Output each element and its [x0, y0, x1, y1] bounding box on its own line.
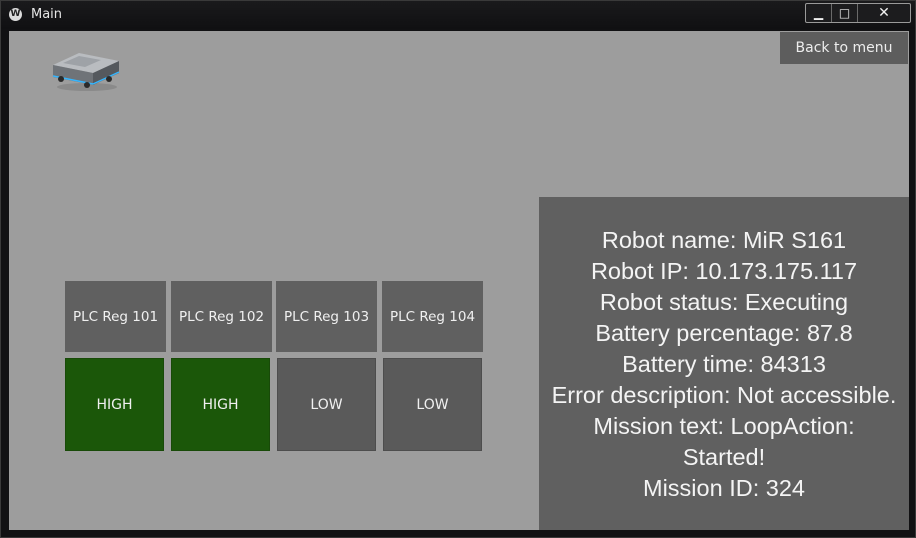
plc-reg-102-value: HIGH: [171, 358, 270, 451]
plc-reg-102-label: PLC Reg 102: [171, 281, 272, 352]
mission-text: Mission text: LoopAction: Started!: [593, 413, 855, 470]
minimize-button[interactable]: ▁: [806, 4, 832, 22]
back-to-menu-button[interactable]: Back to menu: [780, 32, 908, 64]
robot-status: Robot status: Executing: [599, 289, 849, 315]
main-content: Back to menu PLC Reg 101 PLC Reg 102 PLC…: [9, 31, 909, 530]
maximize-button[interactable]: □: [832, 4, 858, 22]
robot-info-panel: Robot name: MiR S161 Robot IP: 10.173.17…: [539, 197, 909, 530]
main-window: W Main ▁ □ ✕ Back to menu PLC Reg 101 PL…: [0, 0, 916, 538]
robot-name: Robot name: MiR S161: [601, 227, 847, 253]
plc-reg-103-value: LOW: [277, 358, 376, 451]
title-bar[interactable]: W Main ▁ □ ✕: [1, 1, 915, 29]
mission-id: Mission ID: 324: [643, 475, 805, 501]
window-title: Main: [31, 7, 63, 22]
battery-percentage: Battery percentage: 87.8: [595, 320, 853, 346]
plc-reg-104-label: PLC Reg 104: [382, 281, 483, 352]
app-icon: W: [9, 8, 22, 21]
mir-robot-icon: [49, 43, 121, 93]
plc-reg-103-label: PLC Reg 103: [276, 281, 377, 352]
error-description: Error description: Not accessible.: [551, 382, 897, 408]
robot-ip: Robot IP: 10.173.175.117: [590, 258, 858, 284]
window-controls: ▁ □ ✕: [805, 3, 911, 23]
plc-reg-104-value: LOW: [383, 358, 482, 451]
close-button[interactable]: ✕: [858, 4, 910, 22]
plc-reg-101-label: PLC Reg 101: [65, 281, 166, 352]
plc-reg-101-value: HIGH: [65, 358, 164, 451]
battery-time: Battery time: 84313: [622, 351, 826, 377]
